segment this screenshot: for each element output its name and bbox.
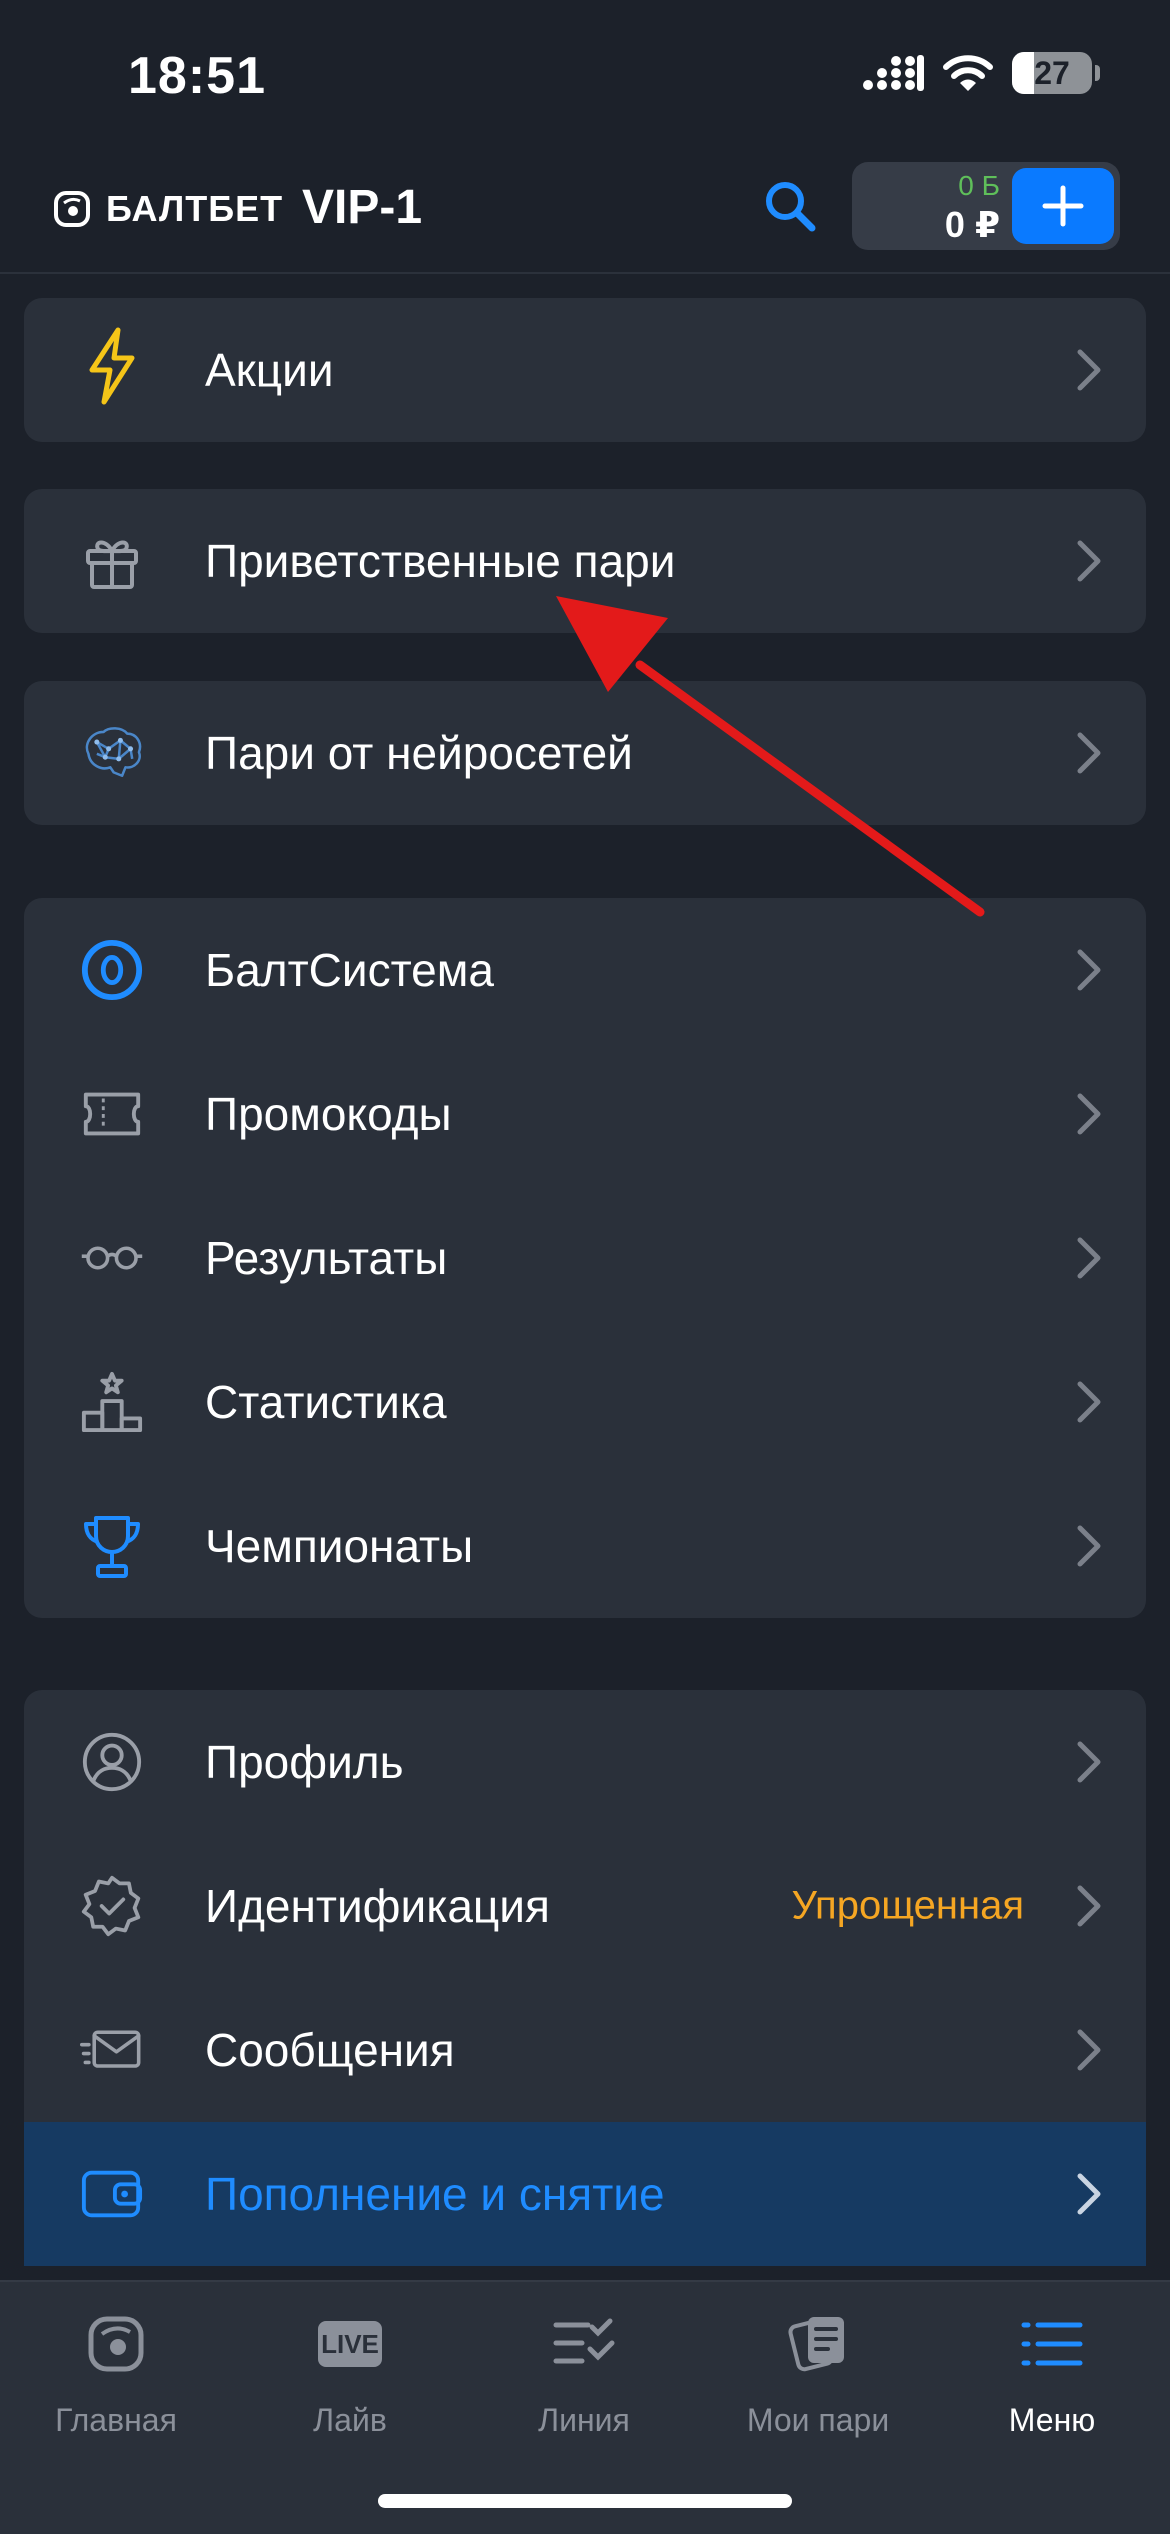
profile-icon [80,1730,144,1794]
wallet-icon [80,2162,144,2226]
menu-item-label: Идентификация [205,1880,550,1932]
ticket-icon [80,1082,144,1146]
menu-item-statistics[interactable]: Статистика [24,1330,1146,1474]
tab-line[interactable]: Линия [494,2312,674,2462]
menu-item-promocodes[interactable]: Промокоды [24,1042,1146,1186]
brain-icon [80,721,144,785]
menu-icon [1020,2312,1084,2376]
status-bar: 18:51 27 [0,0,1170,150]
tab-label: Мои пари [746,2402,890,2438]
vip-level[interactable]: VIP-1 [302,180,422,235]
podium-icon [80,1370,144,1434]
menu-item-label: Пари от нейросетей [205,727,633,779]
battery-icon: 27 [1012,52,1100,94]
tab-label: Меню [1008,2402,1096,2438]
chevron-right-icon [1077,1093,1101,1135]
lightning-icon [80,327,144,405]
menu-item-championships[interactable]: Чемпионаты [24,1474,1146,1618]
my-bets-icon [786,2312,850,2376]
tab-label: Линия [538,2402,630,2438]
menu-item-results[interactable]: Результаты [24,1186,1146,1330]
home-indicator[interactable] [378,2494,792,2508]
menu-item-label: Пополнение и снятие [205,2168,665,2220]
live-icon-text: LIVE [321,2328,379,2359]
tab-my-bets[interactable]: Мои пари [728,2312,908,2462]
chevron-right-icon [1077,540,1101,582]
tab-home[interactable]: Главная [26,2312,206,2462]
bonus-balance: 0 Б [958,170,1000,201]
logo-text: БАЛТБЕТ [106,188,284,229]
chevron-right-icon [1077,949,1101,991]
glasses-icon [80,1226,144,1290]
battery-percent: 27 [1034,54,1070,91]
search-icon [766,182,816,232]
trophy-icon [80,1514,144,1578]
menu-item-label: Профиль [205,1736,404,1788]
tab-label: Лайв [313,2402,387,2438]
menu-item-label: Чемпионаты [205,1520,474,1572]
chevron-right-icon [1077,1381,1101,1423]
logo[interactable]: БАЛТБЕТ [52,188,283,230]
menu-item-label: Приветственные пари [205,535,676,587]
menu-item-promotions[interactable]: Акции [24,298,1146,442]
menu-item-label: БалтСистема [205,944,494,996]
cellular-signal-icon [863,55,924,91]
search-button[interactable] [758,174,822,238]
baltsystem-icon [80,938,144,1002]
plus-icon [1042,185,1084,227]
tab-label: Главная [55,2402,177,2438]
tab-live[interactable]: LIVE Лайв [260,2312,440,2462]
balance-widget[interactable]: 0 Б 0 ₽ [852,162,1120,250]
deposit-button[interactable] [1012,168,1114,244]
menu-card-promotions: Акции [24,298,1146,442]
menu-card-account: Профиль Идентификация Упрощенная Сообщен… [24,1690,1146,2266]
mail-icon [80,2018,144,2082]
menu-item-label: Сообщения [205,2024,455,2076]
line-icon [552,2312,616,2376]
menu-item-deposit-withdraw[interactable]: Пополнение и снятие [24,2122,1146,2266]
menu-item-label: Результаты [205,1232,448,1284]
menu-item-baltsystem[interactable]: БалтСистема [24,898,1146,1042]
menu-card-ai-bets: Пари от нейросетей [24,681,1146,825]
menu-item-messages[interactable]: Сообщения [24,1978,1146,2122]
baltbet-logo-icon [54,191,90,227]
money-balance: 0 ₽ [944,204,1000,245]
live-icon: LIVE [318,2312,382,2376]
chevron-right-icon [1077,1237,1101,1279]
chevron-right-icon [1077,1525,1101,1567]
menu-item-profile[interactable]: Профиль [24,1690,1146,1834]
chevron-right-icon [1077,2029,1101,2071]
menu-item-identification[interactable]: Идентификация Упрощенная [24,1834,1146,1978]
chevron-right-icon [1077,732,1101,774]
home-icon [84,2312,148,2376]
menu-item-label: Промокоды [205,1088,452,1140]
status-time: 18:51 [128,47,266,105]
wifi-icon [943,55,993,91]
status-icons: 27 [862,52,1100,94]
menu-item-ai-bets[interactable]: Пари от нейросетей [24,681,1146,825]
menu-item-label: Статистика [205,1376,447,1428]
menu-card-services: БалтСистема Промокоды Результаты Статист… [24,898,1146,1618]
tab-menu[interactable]: Меню [962,2312,1142,2462]
menu-item-label: Акции [205,344,334,396]
menu-item-welcome-bets[interactable]: Приветственные пари [24,489,1146,633]
verified-badge-icon [80,1874,144,1938]
battery-level [1012,52,1034,94]
chevron-right-icon [1077,1741,1101,1783]
chevron-right-icon [1077,349,1101,391]
chevron-right-icon [1077,2173,1101,2215]
app-header: БАЛТБЕТ VIP-1 0 Б 0 ₽ [0,150,1170,274]
gift-icon [80,529,144,593]
menu-card-welcome-bets: Приветственные пари [24,489,1146,633]
chevron-right-icon [1077,1885,1101,1927]
identification-status-badge: Упрощенная [791,1883,1024,1928]
